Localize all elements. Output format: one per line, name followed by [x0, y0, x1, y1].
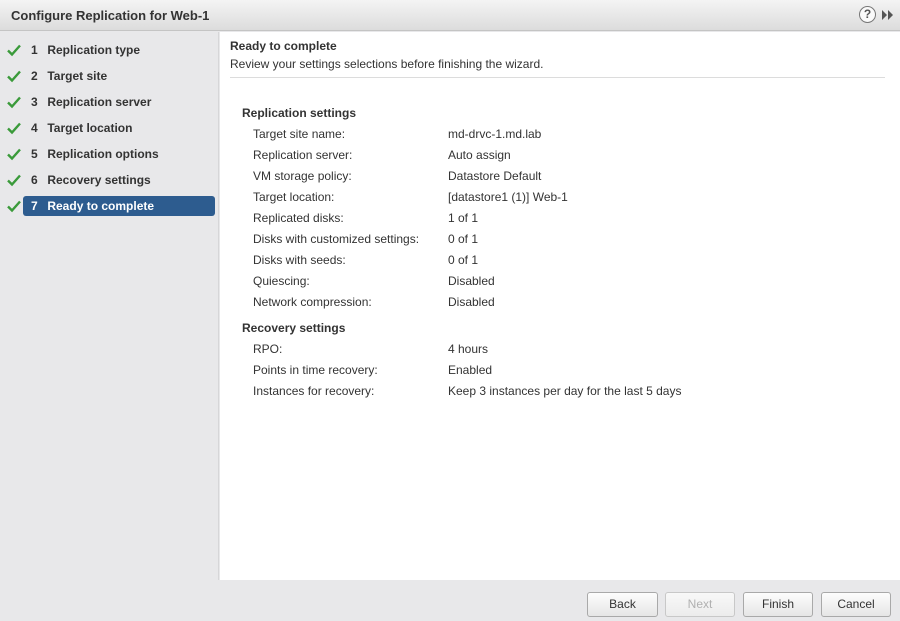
setting-label: Target site name:	[253, 127, 346, 141]
main-panel: Ready to complete Review your settings s…	[220, 32, 900, 580]
step-label: Replication server	[47, 95, 152, 109]
step-ready-to-complete[interactable]: 7 Ready to complete	[0, 196, 219, 216]
setting-label: Disks with seeds:	[253, 253, 346, 267]
setting-value: Enabled	[448, 363, 493, 377]
step-label: Replication type	[47, 43, 141, 57]
step-number: 7	[31, 199, 38, 213]
step-number: 3	[31, 95, 38, 109]
setting-label: Instances for recovery:	[253, 384, 375, 398]
step-number: 2	[31, 69, 38, 83]
next-button[interactable]: Next	[665, 592, 735, 617]
step-number: 5	[31, 147, 38, 161]
step-number: 6	[31, 173, 38, 187]
back-button[interactable]: Back	[587, 592, 658, 617]
step-replication-options[interactable]: 5 Replication options	[0, 144, 219, 164]
page-subtitle: Review your settings selections before f…	[230, 57, 544, 71]
help-icon[interactable]: ?	[859, 6, 876, 23]
page-title: Ready to complete	[230, 39, 337, 53]
replication-settings-title: Replication settings	[242, 106, 357, 120]
step-label: Recovery settings	[47, 173, 151, 187]
step-target-location[interactable]: 4 Target location	[0, 118, 219, 138]
setting-value: Disabled	[448, 274, 495, 288]
finish-button[interactable]: Finish	[743, 592, 813, 617]
wizard-steps-sidebar: 1 Replication type 2 Target site 3 Repli…	[0, 32, 219, 580]
step-recovery-settings[interactable]: 6 Recovery settings	[0, 170, 219, 190]
recovery-settings-title: Recovery settings	[242, 321, 346, 335]
setting-value: 4 hours	[448, 342, 489, 356]
wizard-footer: Back Next Finish Cancel	[0, 580, 900, 621]
step-number: 4	[31, 121, 38, 135]
check-icon	[7, 148, 21, 161]
setting-label: VM storage policy:	[253, 169, 352, 183]
setting-label: RPO:	[253, 342, 283, 356]
setting-value: 0 of 1	[448, 253, 479, 267]
step-label: Target site	[47, 69, 108, 83]
setting-label: Quiescing:	[253, 274, 310, 288]
setting-value: Auto assign	[448, 148, 511, 162]
setting-value: md-drvc-1.md.lab	[448, 127, 542, 141]
check-icon	[7, 44, 21, 57]
step-number: 1	[31, 43, 38, 57]
step-label: Ready to complete	[47, 199, 155, 213]
step-replication-type[interactable]: 1 Replication type	[0, 40, 219, 60]
setting-label: Replicated disks:	[253, 211, 344, 225]
divider	[230, 77, 885, 78]
check-icon	[7, 200, 21, 213]
setting-value: Keep 3 instances per day for the last 5 …	[448, 384, 682, 398]
setting-value: Datastore Default	[448, 169, 542, 183]
setting-label: Target location:	[253, 190, 335, 204]
setting-label: Disks with customized settings:	[253, 232, 420, 246]
check-icon	[7, 70, 21, 83]
expand-icon[interactable]	[880, 7, 896, 23]
title-bar: Configure Replication for Web-1 ?	[0, 0, 900, 31]
check-icon	[7, 122, 21, 135]
window-title: Configure Replication for Web-1	[11, 8, 210, 23]
setting-label: Replication server:	[253, 148, 353, 162]
setting-value: 1 of 1	[448, 211, 479, 225]
check-icon	[7, 96, 21, 109]
setting-value: [datastore1 (1)] Web-1	[448, 190, 568, 204]
check-icon	[7, 174, 21, 187]
setting-value: 0 of 1	[448, 232, 479, 246]
cancel-button[interactable]: Cancel	[821, 592, 891, 617]
step-label: Target location	[47, 121, 133, 135]
setting-value: Disabled	[448, 295, 495, 309]
step-target-site[interactable]: 2 Target site	[0, 66, 219, 86]
step-label: Replication options	[47, 147, 159, 161]
setting-label: Network compression:	[253, 295, 372, 309]
step-replication-server[interactable]: 3 Replication server	[0, 92, 219, 112]
setting-label: Points in time recovery:	[253, 363, 378, 377]
